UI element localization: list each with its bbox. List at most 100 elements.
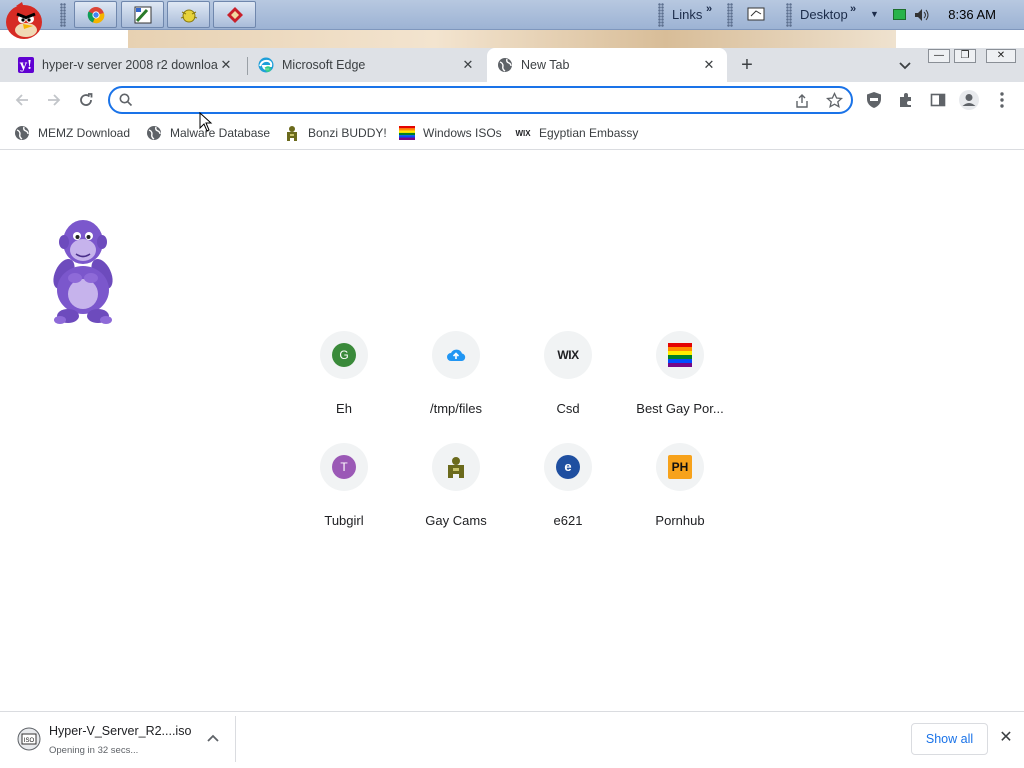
e621-icon: e xyxy=(556,455,580,479)
quick-launch-bug[interactable] xyxy=(167,1,210,28)
back-button[interactable] xyxy=(11,89,33,111)
chevron-right-icon[interactable]: » xyxy=(706,3,712,15)
menu-kebab-icon[interactable] xyxy=(991,89,1013,111)
links-toolbar-label[interactable]: Links xyxy=(672,7,702,22)
arrow-right-icon xyxy=(48,94,61,106)
ph-icon: PH xyxy=(668,455,692,479)
globe-icon xyxy=(497,57,513,73)
mouse-cursor-icon xyxy=(199,111,213,132)
reload-icon xyxy=(80,93,93,106)
chevron-down-icon[interactable]: ▼ xyxy=(870,9,879,19)
tray-clock[interactable]: 8:36 AM xyxy=(948,7,996,22)
wix-icon: WIX xyxy=(557,348,579,362)
tab-title: hyper-v server 2008 r2 download xyxy=(42,58,218,72)
bookmark-windows-isos[interactable]: Windows ISOs xyxy=(399,122,502,144)
edge-icon xyxy=(258,57,274,73)
chevron-right-icon[interactable]: » xyxy=(850,3,856,15)
profile-avatar-icon[interactable] xyxy=(958,89,980,111)
people-icon xyxy=(448,457,464,478)
tab-hyperv-search[interactable]: y! hyper-v server 2008 r2 download ✕ xyxy=(8,48,244,82)
toolbar-grip[interactable] xyxy=(658,3,664,27)
address-input[interactable] xyxy=(140,91,780,109)
toolbar-grip[interactable] xyxy=(786,3,792,27)
close-download-shelf-button[interactable]: ✕ xyxy=(997,729,1015,747)
close-icon[interactable]: ✕ xyxy=(701,57,717,73)
iso-file-icon: ISO xyxy=(16,726,42,752)
show-all-button[interactable]: Show all xyxy=(911,723,988,755)
minimize-button[interactable]: — xyxy=(928,49,950,63)
desktop-wallpaper xyxy=(128,30,896,48)
new-tab-button[interactable]: + xyxy=(736,55,758,77)
bookmark-bonzi-buddy[interactable]: Bonzi BUDDY! xyxy=(284,122,387,144)
tab-microsoft-edge[interactable]: Microsoft Edge ✕ xyxy=(248,48,486,82)
toolbar-grip[interactable] xyxy=(727,3,733,27)
bookmark-label: Egyptian Embassy xyxy=(539,126,639,140)
shortcut-tile[interactable]: Gay Cams xyxy=(408,443,504,539)
desktop-toolbar-label[interactable]: Desktop xyxy=(800,7,848,22)
wix-icon: WIX xyxy=(515,128,531,138)
angry-bird-icon[interactable] xyxy=(2,0,48,46)
restore-button[interactable]: ❐ xyxy=(954,49,976,63)
shortcut-icon xyxy=(432,443,480,491)
shortcut-tile[interactable]: T Tubgirl xyxy=(296,443,392,539)
shortcut-icon: T xyxy=(320,443,368,491)
shortcut-label: Tubgirl xyxy=(324,513,364,528)
shortcut-label: Gay Cams xyxy=(425,513,487,528)
shortcut-tile[interactable]: G Eh xyxy=(296,331,392,427)
bookmark-label: Malware Database xyxy=(170,126,271,140)
letter-icon: T xyxy=(332,455,356,479)
shortcut-label: /tmp/files xyxy=(429,401,482,416)
show-desktop-icon[interactable] xyxy=(747,6,765,22)
shortcut-tile[interactable]: PH Pornhub xyxy=(632,443,728,539)
shortcut-label: Best Gay Por... xyxy=(636,401,724,416)
shortcut-icon: PH xyxy=(656,443,704,491)
shortcut-icon: G xyxy=(320,331,368,379)
close-icon[interactable]: ✕ xyxy=(460,57,476,73)
bookmark-memz-download[interactable]: MEMZ Download xyxy=(14,122,130,144)
letter-icon: G xyxy=(332,343,356,367)
cloud-upload-icon xyxy=(447,349,466,361)
chevron-up-icon[interactable] xyxy=(205,731,221,747)
bug-icon xyxy=(180,9,197,22)
volume-icon[interactable] xyxy=(913,7,931,23)
display-icon[interactable] xyxy=(893,9,906,20)
address-bar[interactable] xyxy=(108,86,853,114)
arrow-left-icon xyxy=(15,94,28,106)
shortcut-icon: e xyxy=(544,443,592,491)
globe-icon xyxy=(146,125,162,141)
paint-icon xyxy=(134,6,151,23)
shortcut-tile[interactable]: e e621 xyxy=(520,443,616,539)
forward-button[interactable] xyxy=(43,89,65,111)
shortcut-tile[interactable]: Best Gay Por... xyxy=(632,331,728,427)
extensions-puzzle-icon[interactable] xyxy=(895,89,917,111)
reload-button[interactable] xyxy=(75,89,97,111)
tab-new-tab[interactable]: New Tab ✕ xyxy=(487,48,727,82)
shortcut-tile[interactable]: /tmp/files xyxy=(408,331,504,427)
window-close-button[interactable]: ✕ xyxy=(986,49,1016,63)
shortcut-icon: WIX xyxy=(544,331,592,379)
bonzi-buddy-character[interactable] xyxy=(40,210,126,328)
share-icon[interactable] xyxy=(794,93,810,109)
quick-launch-paint[interactable] xyxy=(121,1,164,28)
quick-launch-diamond[interactable] xyxy=(213,1,256,28)
star-icon[interactable] xyxy=(826,92,843,109)
shortcut-label: Csd xyxy=(556,401,580,416)
ublock-shield-icon[interactable] xyxy=(863,89,885,111)
shortcut-label: e621 xyxy=(553,513,583,528)
shortcut-icon xyxy=(656,331,704,379)
red-diamond-icon xyxy=(226,6,243,23)
close-icon[interactable]: ✕ xyxy=(218,57,234,73)
yahoo-icon: y! xyxy=(18,57,34,73)
side-panel-icon[interactable] xyxy=(927,89,949,111)
download-filename: Hyper-V_Server_R2....iso xyxy=(49,724,192,738)
chrome-icon xyxy=(87,6,104,23)
shortcut-tile[interactable]: WIX Csd xyxy=(520,331,616,427)
search-icon xyxy=(119,93,133,107)
quick-launch-chrome[interactable] xyxy=(74,1,117,28)
tab-title: Microsoft Edge xyxy=(282,58,366,72)
rainbow-flag-icon xyxy=(399,125,415,141)
shortcut-label: Pornhub xyxy=(655,513,705,528)
toolbar-grip[interactable] xyxy=(60,3,66,27)
bookmark-egyptian-embassy[interactable]: WIX Egyptian Embassy xyxy=(515,122,638,144)
tab-search-chevron-icon[interactable] xyxy=(896,56,914,74)
